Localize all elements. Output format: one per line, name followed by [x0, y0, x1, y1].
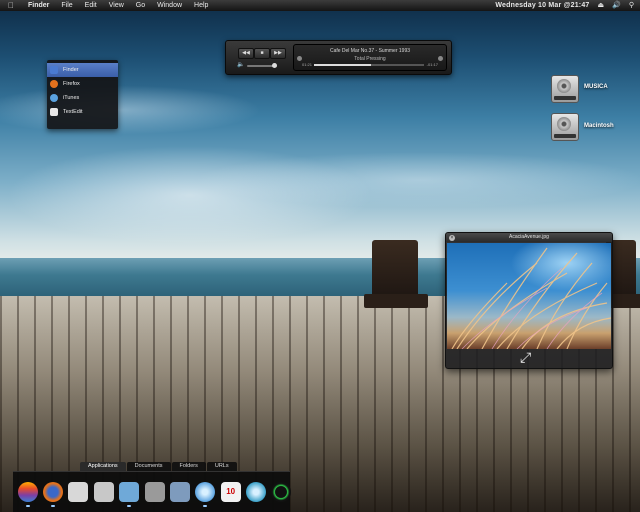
volume-knob[interactable]: [272, 63, 277, 68]
finder-icon[interactable]: [17, 482, 38, 507]
dock-item-glyph: [271, 482, 291, 502]
dock-item-glyph: [68, 482, 88, 502]
close-icon[interactable]: ×: [449, 234, 455, 241]
switcher-item-label: TextEdit: [63, 109, 83, 115]
dock-tabs: Applications Documents Folders URLs: [80, 462, 238, 471]
search-icon[interactable]: ⚲: [629, 0, 634, 11]
running-indicator: [51, 505, 56, 507]
dock-item-glyph: [119, 482, 139, 502]
grass-photo: [451, 247, 611, 349]
menu-help[interactable]: Help: [188, 0, 214, 11]
track-album: Total Pressing: [354, 56, 386, 62]
menu-file[interactable]: File: [55, 0, 78, 11]
shuffle-icon[interactable]: [297, 56, 302, 61]
progress-bar[interactable]: [314, 64, 424, 66]
window-titlebar[interactable]: × AcaciaAvenue.jpg: [446, 233, 612, 242]
stop-button[interactable]: ■: [254, 48, 270, 59]
menu-clock[interactable]: Wednesday 10 Mar @21:47: [495, 0, 589, 11]
switcher-item-label: Firefox: [63, 81, 80, 87]
volume-icon: 🔈: [237, 62, 245, 68]
volume-icon[interactable]: 🔊: [612, 0, 621, 11]
progress-fill: [314, 64, 372, 66]
itunes-icon: [50, 94, 58, 102]
menu-window[interactable]: Window: [151, 0, 188, 11]
menu-go[interactable]: Go: [130, 0, 151, 11]
repeat-icon[interactable]: [438, 56, 443, 61]
menu-bar:  Finder File Edit View Go Window Help W…: [0, 0, 640, 11]
track-title: Cafe Del Mar No.37 - Summer 1993: [329, 48, 411, 54]
document-icon[interactable]: [93, 482, 114, 502]
textedit-icon: [50, 108, 58, 116]
mail-icon[interactable]: [68, 482, 89, 502]
itunes-icon[interactable]: [195, 482, 216, 507]
switcher-item-finder[interactable]: Finder: [47, 63, 118, 77]
globe-icon[interactable]: [246, 482, 267, 502]
desktop-icon-label[interactable]: Macintosh: [584, 123, 614, 129]
wallpaper-chair: [364, 240, 428, 308]
dock-item-glyph: [94, 482, 114, 502]
tab-folders[interactable]: Folders: [171, 462, 206, 471]
fullscreen-icon[interactable]: ⤢: [520, 349, 531, 365]
dock-item-glyph: [246, 482, 266, 502]
running-indicator: [203, 505, 208, 507]
itunes-mini-player: ◀◀ ■ ▶▶ 🔈 Cafe Del Mar No.37 - Summer 19…: [225, 40, 452, 75]
firefox-icon: [50, 80, 58, 88]
dock-item-glyph: 10: [226, 487, 236, 496]
running-indicator: [25, 505, 30, 507]
switcher-item-textedit[interactable]: TextEdit: [47, 105, 118, 119]
previous-button[interactable]: ◀◀: [238, 48, 254, 59]
apple-icon[interactable]: : [0, 0, 22, 11]
menu-edit[interactable]: Edit: [79, 0, 103, 11]
dock-item-glyph: [18, 482, 38, 502]
eject-icon[interactable]: ⏏: [598, 0, 605, 11]
power-icon[interactable]: [271, 482, 292, 502]
menu-finder[interactable]: Finder: [22, 0, 55, 11]
switcher-item-label: iTunes: [63, 95, 80, 101]
switcher-item-itunes[interactable]: iTunes: [47, 91, 118, 105]
remaining-time: -01:17: [426, 62, 438, 67]
window-title: AcaciaAvenue.jpg: [509, 234, 549, 240]
calendar-icon[interactable]: 10: [220, 482, 241, 502]
switcher-item-label: Finder: [63, 67, 79, 73]
desktop-icon-label[interactable]: MUSICA: [584, 84, 608, 90]
menu-extras: Wednesday 10 Mar @21:47 ⏏ 🔊 ⚲: [487, 0, 640, 11]
running-indicator: [127, 505, 132, 507]
hard-drive-icon[interactable]: [551, 75, 579, 103]
dock-item-glyph: [170, 482, 190, 502]
preview-image: [447, 243, 611, 349]
app-switcher: Finder Firefox iTunes TextEdit: [47, 60, 118, 129]
hard-drive-icon[interactable]: [551, 113, 579, 141]
menu-view[interactable]: View: [103, 0, 130, 11]
next-button[interactable]: ▶▶: [270, 48, 286, 59]
dock: 10: [13, 471, 292, 512]
preview-window: × AcaciaAvenue.jpg ⤢: [445, 232, 613, 369]
dock-item-glyph: [195, 482, 215, 502]
dock-item-glyph: [145, 482, 165, 502]
finder-icon: [50, 66, 58, 74]
firefox-icon[interactable]: [43, 482, 64, 507]
player-display: Cafe Del Mar No.37 - Summer 1993 Total P…: [293, 44, 447, 71]
camera-icon[interactable]: [144, 482, 165, 502]
dock-item-glyph: [43, 482, 63, 502]
tab-applications[interactable]: Applications: [80, 462, 126, 471]
photo-icon[interactable]: [169, 482, 190, 502]
elapsed-time: 01:21: [302, 62, 313, 67]
tab-documents[interactable]: Documents: [126, 462, 171, 471]
tab-urls[interactable]: URLs: [206, 462, 237, 471]
preview-icon[interactable]: [119, 482, 140, 507]
switcher-item-firefox[interactable]: Firefox: [47, 77, 118, 91]
